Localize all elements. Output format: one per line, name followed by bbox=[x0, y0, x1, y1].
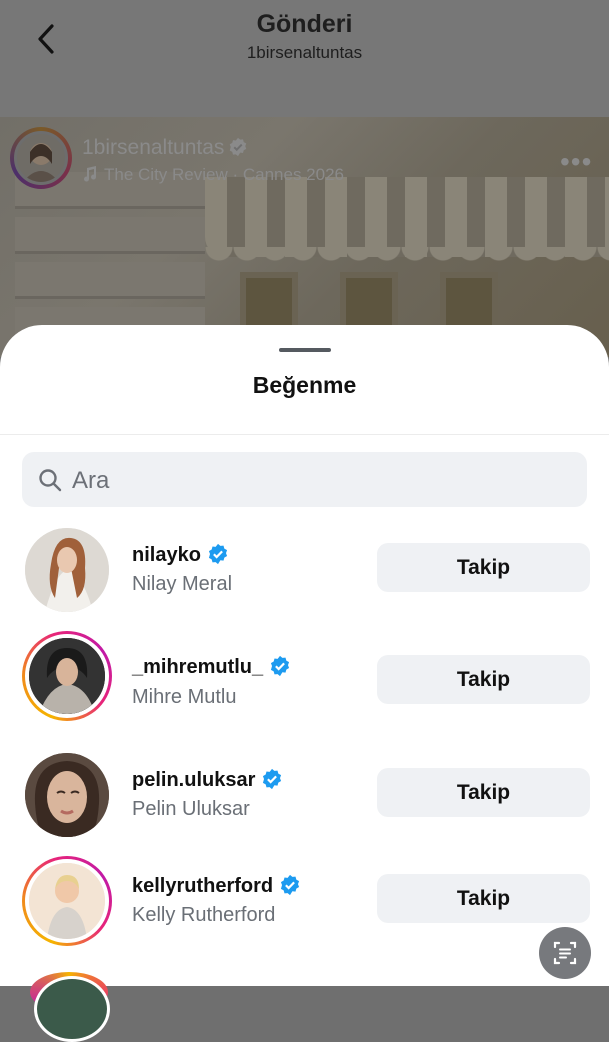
liker-full-name: Pelin Uluksar bbox=[132, 798, 250, 820]
verified-badge-icon bbox=[230, 137, 247, 157]
verified-badge-icon bbox=[281, 874, 300, 896]
text-scan-icon bbox=[553, 941, 577, 965]
window-shutter bbox=[15, 217, 205, 254]
follow-button[interactable]: Takip bbox=[377, 768, 590, 817]
username-text[interactable]: pelin.uluksar bbox=[132, 769, 255, 791]
follow-button[interactable]: Takip bbox=[377, 655, 590, 704]
top-navigation-bar: Gönderi 1birsenaltuntas bbox=[0, 0, 609, 117]
list-item[interactable]: kellyrutherford Kelly Rutherford Takip bbox=[0, 856, 609, 968]
likes-sheet: Beğenme nilayko Nilay Meral Takip bbox=[0, 325, 609, 986]
liker-username[interactable]: pelin.uluksar bbox=[132, 768, 283, 792]
music-note-icon bbox=[84, 166, 97, 182]
post-author-name[interactable]: 1birsenaltuntas bbox=[82, 136, 224, 159]
liker-full-name: Mihre Mutlu bbox=[132, 686, 237, 708]
more-options-icon[interactable]: ••• bbox=[560, 146, 592, 178]
page-title: Gönderi bbox=[256, 10, 353, 38]
search-icon bbox=[39, 469, 62, 492]
avatar-photo bbox=[25, 528, 109, 612]
avatar-with-story-ring[interactable] bbox=[22, 856, 112, 946]
post-music[interactable]: The City Review · Cannes 2026 bbox=[82, 165, 344, 185]
liker-full-name: Kelly Rutherford bbox=[132, 904, 276, 926]
post-author-avatar[interactable] bbox=[10, 127, 72, 189]
striped-awning bbox=[205, 177, 609, 257]
liker-username[interactable]: _mihremutlu_ bbox=[132, 655, 291, 679]
avatar-photo bbox=[23, 143, 59, 182]
verified-badge-icon bbox=[208, 543, 227, 565]
page-subtitle: 1birsenaltuntas bbox=[246, 43, 363, 62]
verified-badge-icon bbox=[271, 655, 290, 677]
search-input[interactable] bbox=[70, 460, 574, 502]
list-item[interactable]: _mihremutlu_ Mihre Mutlu Takip bbox=[0, 631, 609, 743]
username-text[interactable]: nilayko bbox=[132, 544, 201, 566]
liker-username[interactable]: nilayko bbox=[132, 543, 229, 567]
sheet-title: Beğenme bbox=[252, 372, 357, 398]
divider bbox=[0, 434, 609, 435]
avatar[interactable] bbox=[22, 750, 112, 840]
search-bar[interactable] bbox=[22, 452, 587, 507]
follow-button[interactable]: Takip bbox=[377, 874, 590, 923]
avatar-photo bbox=[29, 638, 105, 714]
sheet-grabber-handle[interactable] bbox=[279, 348, 331, 352]
avatar[interactable] bbox=[30, 972, 110, 1042]
username-text[interactable]: _mihremutlu_ bbox=[132, 656, 263, 678]
window-shutter bbox=[15, 262, 205, 299]
username-text[interactable]: kellyrutherford bbox=[132, 875, 273, 897]
music-track-label: The City Review · Cannes 2026 bbox=[104, 165, 345, 184]
avatar-with-story-ring[interactable] bbox=[22, 631, 112, 721]
awning-scallop bbox=[205, 247, 609, 271]
avatar[interactable] bbox=[22, 525, 112, 615]
liker-full-name: Nilay Meral bbox=[132, 573, 233, 595]
live-text-scan-button[interactable] bbox=[539, 927, 591, 979]
liker-username[interactable]: kellyrutherford bbox=[132, 874, 301, 898]
avatar-photo bbox=[29, 863, 105, 939]
follow-button[interactable]: Takip bbox=[377, 543, 590, 592]
list-item[interactable]: pelin.uluksar Pelin Uluksar Takip bbox=[0, 750, 609, 862]
verified-badge-icon bbox=[263, 768, 282, 790]
post-author-username[interactable]: 1birsenaltuntas bbox=[82, 136, 248, 160]
avatar-photo bbox=[25, 753, 109, 837]
list-item[interactable]: nilayko Nilay Meral Takip bbox=[0, 525, 609, 637]
